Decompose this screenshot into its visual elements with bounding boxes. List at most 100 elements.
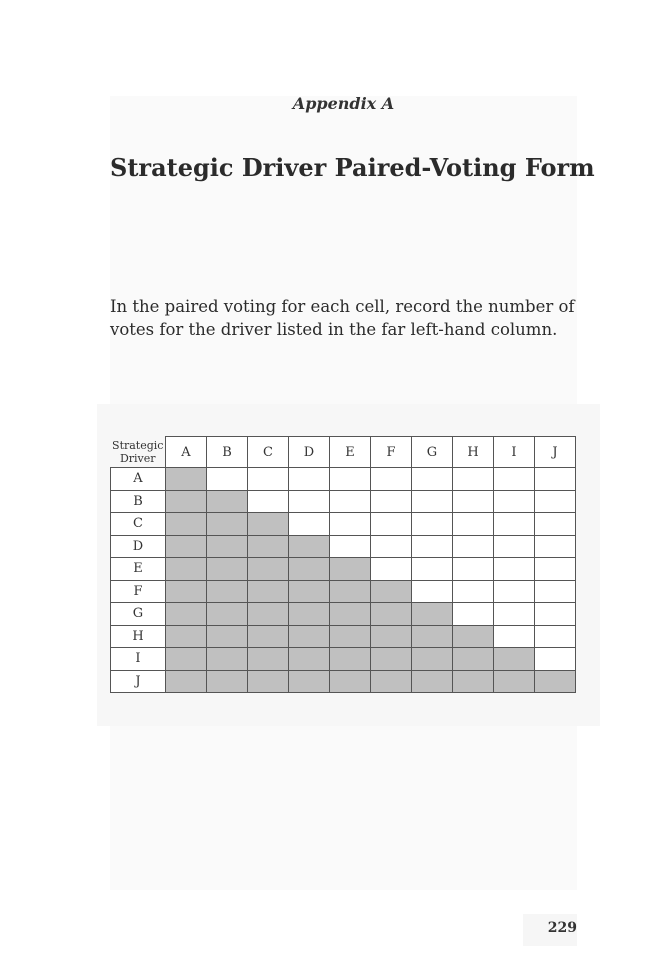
shaded-cell [165,669,207,693]
page-number: 229 [547,920,577,936]
shaded-cell [329,602,371,626]
vote-cell[interactable] [534,534,576,558]
row-header: A [110,467,166,491]
vote-cell[interactable] [206,467,248,491]
shaded-cell [493,669,535,693]
shaded-cell [165,602,207,626]
shaded-cell [370,669,412,693]
vote-cell[interactable] [288,512,330,536]
shaded-cell [329,579,371,603]
shaded-cell [370,647,412,671]
vote-cell[interactable] [288,489,330,513]
shaded-cell [247,579,289,603]
intro-paragraph: In the paired voting for each cell, reco… [110,297,575,339]
vote-cell[interactable] [493,624,535,648]
vote-cell[interactable] [534,624,576,648]
shaded-cell [206,512,248,536]
shaded-cell [165,512,207,536]
vote-cell[interactable] [493,512,535,536]
vote-cell[interactable] [493,579,535,603]
vote-cell[interactable] [534,557,576,581]
paired-voting-grid: Strategic Driver A B C D E F G H I J ABC… [110,436,576,693]
vote-cell[interactable] [534,467,576,491]
shaded-cell [247,647,289,671]
row-header: B [110,489,166,513]
vote-cell[interactable] [247,489,289,513]
header-row: Strategic Driver A B C D E F G H I J [110,436,576,468]
shaded-cell [247,534,289,558]
vote-cell[interactable] [452,467,494,491]
column-header: A [165,436,207,468]
shaded-cell [247,512,289,536]
vote-cell[interactable] [493,602,535,626]
vote-cell[interactable] [534,602,576,626]
shaded-cell [206,579,248,603]
vote-cell[interactable] [370,534,412,558]
row-header: C [110,512,166,536]
table-row: G [110,602,576,626]
vote-cell[interactable] [411,557,453,581]
vote-cell[interactable] [534,579,576,603]
shaded-cell [247,557,289,581]
table-row: I [110,647,576,671]
vote-cell[interactable] [329,534,371,558]
vote-cell[interactable] [452,602,494,626]
vote-cell[interactable] [534,512,576,536]
vote-cell[interactable] [452,534,494,558]
shaded-cell [329,647,371,671]
shaded-cell [165,557,207,581]
vote-cell[interactable] [370,489,412,513]
shaded-cell [329,624,371,648]
shaded-cell [452,624,494,648]
shaded-cell [452,669,494,693]
shaded-cell [165,489,207,513]
shaded-cell [329,669,371,693]
shaded-cell [247,669,289,693]
shaded-cell [329,557,371,581]
shaded-cell [370,602,412,626]
shaded-cell [493,647,535,671]
vote-cell[interactable] [493,467,535,491]
shaded-cell [452,647,494,671]
vote-cell[interactable] [329,467,371,491]
vote-cell[interactable] [329,512,371,536]
vote-cell[interactable] [411,467,453,491]
vote-cell[interactable] [534,489,576,513]
vote-cell[interactable] [493,557,535,581]
column-header: I [493,436,535,468]
vote-cell[interactable] [452,512,494,536]
vote-cell[interactable] [247,467,289,491]
shaded-cell [206,534,248,558]
vote-cell[interactable] [370,467,412,491]
vote-cell[interactable] [370,512,412,536]
vote-cell[interactable] [452,489,494,513]
page-title: Strategic Driver Paired-Voting Form [110,153,595,182]
shaded-cell [288,624,330,648]
vote-cell[interactable] [288,467,330,491]
shaded-cell [206,489,248,513]
vote-cell[interactable] [493,534,535,558]
shaded-cell [165,579,207,603]
vote-cell[interactable] [370,557,412,581]
vote-cell[interactable] [452,557,494,581]
vote-cell[interactable] [411,489,453,513]
column-header: H [452,436,494,468]
vote-cell[interactable] [411,512,453,536]
vote-cell[interactable] [329,489,371,513]
table-row: F [110,579,576,603]
vote-cell[interactable] [452,579,494,603]
vote-cell[interactable] [493,489,535,513]
vote-cell[interactable] [411,579,453,603]
table-row: E [110,557,576,581]
corner-label: Strategic Driver [110,436,166,468]
column-header: G [411,436,453,468]
row-header: E [110,557,166,581]
shaded-cell [370,579,412,603]
shaded-cell [288,557,330,581]
shaded-cell [288,534,330,558]
vote-cell[interactable] [534,647,576,671]
shaded-cell [288,579,330,603]
shaded-cell [206,557,248,581]
vote-cell[interactable] [411,534,453,558]
shaded-cell [411,669,453,693]
